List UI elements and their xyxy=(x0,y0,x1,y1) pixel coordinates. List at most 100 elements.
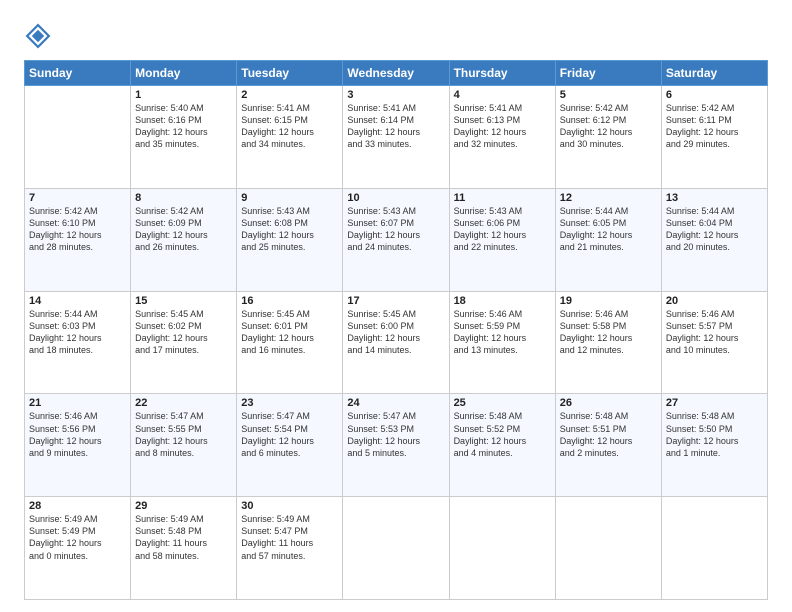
calendar-cell: 3Sunrise: 5:41 AM Sunset: 6:14 PM Daylig… xyxy=(343,86,449,189)
day-info: Sunrise: 5:47 AM Sunset: 5:55 PM Dayligh… xyxy=(135,410,232,459)
day-info: Sunrise: 5:49 AM Sunset: 5:48 PM Dayligh… xyxy=(135,513,232,562)
calendar-cell: 21Sunrise: 5:46 AM Sunset: 5:56 PM Dayli… xyxy=(25,394,131,497)
day-number: 4 xyxy=(454,89,551,101)
day-number: 16 xyxy=(241,295,338,307)
day-info: Sunrise: 5:41 AM Sunset: 6:13 PM Dayligh… xyxy=(454,102,551,151)
calendar-cell: 18Sunrise: 5:46 AM Sunset: 5:59 PM Dayli… xyxy=(449,291,555,394)
day-number: 8 xyxy=(135,192,232,204)
day-info: Sunrise: 5:44 AM Sunset: 6:05 PM Dayligh… xyxy=(560,205,657,254)
day-number: 9 xyxy=(241,192,338,204)
day-info: Sunrise: 5:42 AM Sunset: 6:11 PM Dayligh… xyxy=(666,102,763,151)
day-info: Sunrise: 5:43 AM Sunset: 6:06 PM Dayligh… xyxy=(454,205,551,254)
day-info: Sunrise: 5:46 AM Sunset: 5:57 PM Dayligh… xyxy=(666,308,763,357)
day-number: 1 xyxy=(135,89,232,101)
day-number: 30 xyxy=(241,500,338,512)
calendar-cell: 11Sunrise: 5:43 AM Sunset: 6:06 PM Dayli… xyxy=(449,188,555,291)
day-info: Sunrise: 5:45 AM Sunset: 6:01 PM Dayligh… xyxy=(241,308,338,357)
day-number: 25 xyxy=(454,397,551,409)
day-number: 7 xyxy=(29,192,126,204)
day-number: 18 xyxy=(454,295,551,307)
day-number: 21 xyxy=(29,397,126,409)
col-header-sunday: Sunday xyxy=(25,61,131,86)
calendar-cell: 24Sunrise: 5:47 AM Sunset: 5:53 PM Dayli… xyxy=(343,394,449,497)
calendar-cell xyxy=(449,497,555,600)
day-number: 12 xyxy=(560,192,657,204)
calendar-cell: 22Sunrise: 5:47 AM Sunset: 5:55 PM Dayli… xyxy=(131,394,237,497)
calendar-cell: 27Sunrise: 5:48 AM Sunset: 5:50 PM Dayli… xyxy=(661,394,767,497)
calendar-cell: 30Sunrise: 5:49 AM Sunset: 5:47 PM Dayli… xyxy=(237,497,343,600)
day-info: Sunrise: 5:44 AM Sunset: 6:04 PM Dayligh… xyxy=(666,205,763,254)
day-info: Sunrise: 5:41 AM Sunset: 6:15 PM Dayligh… xyxy=(241,102,338,151)
day-info: Sunrise: 5:41 AM Sunset: 6:14 PM Dayligh… xyxy=(347,102,444,151)
calendar-cell: 7Sunrise: 5:42 AM Sunset: 6:10 PM Daylig… xyxy=(25,188,131,291)
day-info: Sunrise: 5:48 AM Sunset: 5:52 PM Dayligh… xyxy=(454,410,551,459)
calendar-cell: 17Sunrise: 5:45 AM Sunset: 6:00 PM Dayli… xyxy=(343,291,449,394)
day-info: Sunrise: 5:46 AM Sunset: 5:59 PM Dayligh… xyxy=(454,308,551,357)
day-info: Sunrise: 5:42 AM Sunset: 6:10 PM Dayligh… xyxy=(29,205,126,254)
day-number: 17 xyxy=(347,295,444,307)
day-number: 11 xyxy=(454,192,551,204)
calendar-week-row: 1Sunrise: 5:40 AM Sunset: 6:16 PM Daylig… xyxy=(25,86,768,189)
calendar-cell: 15Sunrise: 5:45 AM Sunset: 6:02 PM Dayli… xyxy=(131,291,237,394)
day-info: Sunrise: 5:49 AM Sunset: 5:47 PM Dayligh… xyxy=(241,513,338,562)
day-number: 19 xyxy=(560,295,657,307)
calendar-header-row: SundayMondayTuesdayWednesdayThursdayFrid… xyxy=(25,61,768,86)
logo xyxy=(24,22,54,50)
calendar-cell: 4Sunrise: 5:41 AM Sunset: 6:13 PM Daylig… xyxy=(449,86,555,189)
day-info: Sunrise: 5:46 AM Sunset: 5:58 PM Dayligh… xyxy=(560,308,657,357)
calendar-week-row: 21Sunrise: 5:46 AM Sunset: 5:56 PM Dayli… xyxy=(25,394,768,497)
day-number: 3 xyxy=(347,89,444,101)
day-info: Sunrise: 5:48 AM Sunset: 5:50 PM Dayligh… xyxy=(666,410,763,459)
day-number: 22 xyxy=(135,397,232,409)
calendar-cell: 5Sunrise: 5:42 AM Sunset: 6:12 PM Daylig… xyxy=(555,86,661,189)
day-info: Sunrise: 5:45 AM Sunset: 6:00 PM Dayligh… xyxy=(347,308,444,357)
col-header-friday: Friday xyxy=(555,61,661,86)
col-header-thursday: Thursday xyxy=(449,61,555,86)
calendar-cell xyxy=(555,497,661,600)
calendar-cell xyxy=(25,86,131,189)
day-number: 27 xyxy=(666,397,763,409)
calendar-cell: 16Sunrise: 5:45 AM Sunset: 6:01 PM Dayli… xyxy=(237,291,343,394)
day-info: Sunrise: 5:42 AM Sunset: 6:09 PM Dayligh… xyxy=(135,205,232,254)
day-number: 13 xyxy=(666,192,763,204)
header xyxy=(24,18,768,50)
calendar-cell: 10Sunrise: 5:43 AM Sunset: 6:07 PM Dayli… xyxy=(343,188,449,291)
day-number: 15 xyxy=(135,295,232,307)
day-number: 28 xyxy=(29,500,126,512)
day-number: 10 xyxy=(347,192,444,204)
col-header-wednesday: Wednesday xyxy=(343,61,449,86)
day-info: Sunrise: 5:43 AM Sunset: 6:08 PM Dayligh… xyxy=(241,205,338,254)
calendar-week-row: 14Sunrise: 5:44 AM Sunset: 6:03 PM Dayli… xyxy=(25,291,768,394)
calendar-cell: 23Sunrise: 5:47 AM Sunset: 5:54 PM Dayli… xyxy=(237,394,343,497)
col-header-monday: Monday xyxy=(131,61,237,86)
calendar-cell: 9Sunrise: 5:43 AM Sunset: 6:08 PM Daylig… xyxy=(237,188,343,291)
calendar-table: SundayMondayTuesdayWednesdayThursdayFrid… xyxy=(24,60,768,600)
day-info: Sunrise: 5:40 AM Sunset: 6:16 PM Dayligh… xyxy=(135,102,232,151)
calendar-cell: 20Sunrise: 5:46 AM Sunset: 5:57 PM Dayli… xyxy=(661,291,767,394)
calendar-cell: 1Sunrise: 5:40 AM Sunset: 6:16 PM Daylig… xyxy=(131,86,237,189)
calendar-cell: 25Sunrise: 5:48 AM Sunset: 5:52 PM Dayli… xyxy=(449,394,555,497)
day-number: 6 xyxy=(666,89,763,101)
day-info: Sunrise: 5:47 AM Sunset: 5:54 PM Dayligh… xyxy=(241,410,338,459)
calendar-cell: 12Sunrise: 5:44 AM Sunset: 6:05 PM Dayli… xyxy=(555,188,661,291)
day-number: 5 xyxy=(560,89,657,101)
calendar-cell: 8Sunrise: 5:42 AM Sunset: 6:09 PM Daylig… xyxy=(131,188,237,291)
col-header-tuesday: Tuesday xyxy=(237,61,343,86)
day-info: Sunrise: 5:48 AM Sunset: 5:51 PM Dayligh… xyxy=(560,410,657,459)
calendar-cell: 19Sunrise: 5:46 AM Sunset: 5:58 PM Dayli… xyxy=(555,291,661,394)
day-number: 24 xyxy=(347,397,444,409)
page: SundayMondayTuesdayWednesdayThursdayFrid… xyxy=(0,0,792,612)
calendar-cell: 6Sunrise: 5:42 AM Sunset: 6:11 PM Daylig… xyxy=(661,86,767,189)
day-info: Sunrise: 5:49 AM Sunset: 5:49 PM Dayligh… xyxy=(29,513,126,562)
logo-icon xyxy=(24,22,52,50)
day-info: Sunrise: 5:43 AM Sunset: 6:07 PM Dayligh… xyxy=(347,205,444,254)
calendar-cell xyxy=(343,497,449,600)
day-number: 23 xyxy=(241,397,338,409)
col-header-saturday: Saturday xyxy=(661,61,767,86)
calendar-cell: 2Sunrise: 5:41 AM Sunset: 6:15 PM Daylig… xyxy=(237,86,343,189)
calendar-cell: 13Sunrise: 5:44 AM Sunset: 6:04 PM Dayli… xyxy=(661,188,767,291)
day-info: Sunrise: 5:46 AM Sunset: 5:56 PM Dayligh… xyxy=(29,410,126,459)
day-number: 26 xyxy=(560,397,657,409)
calendar-week-row: 7Sunrise: 5:42 AM Sunset: 6:10 PM Daylig… xyxy=(25,188,768,291)
day-info: Sunrise: 5:44 AM Sunset: 6:03 PM Dayligh… xyxy=(29,308,126,357)
